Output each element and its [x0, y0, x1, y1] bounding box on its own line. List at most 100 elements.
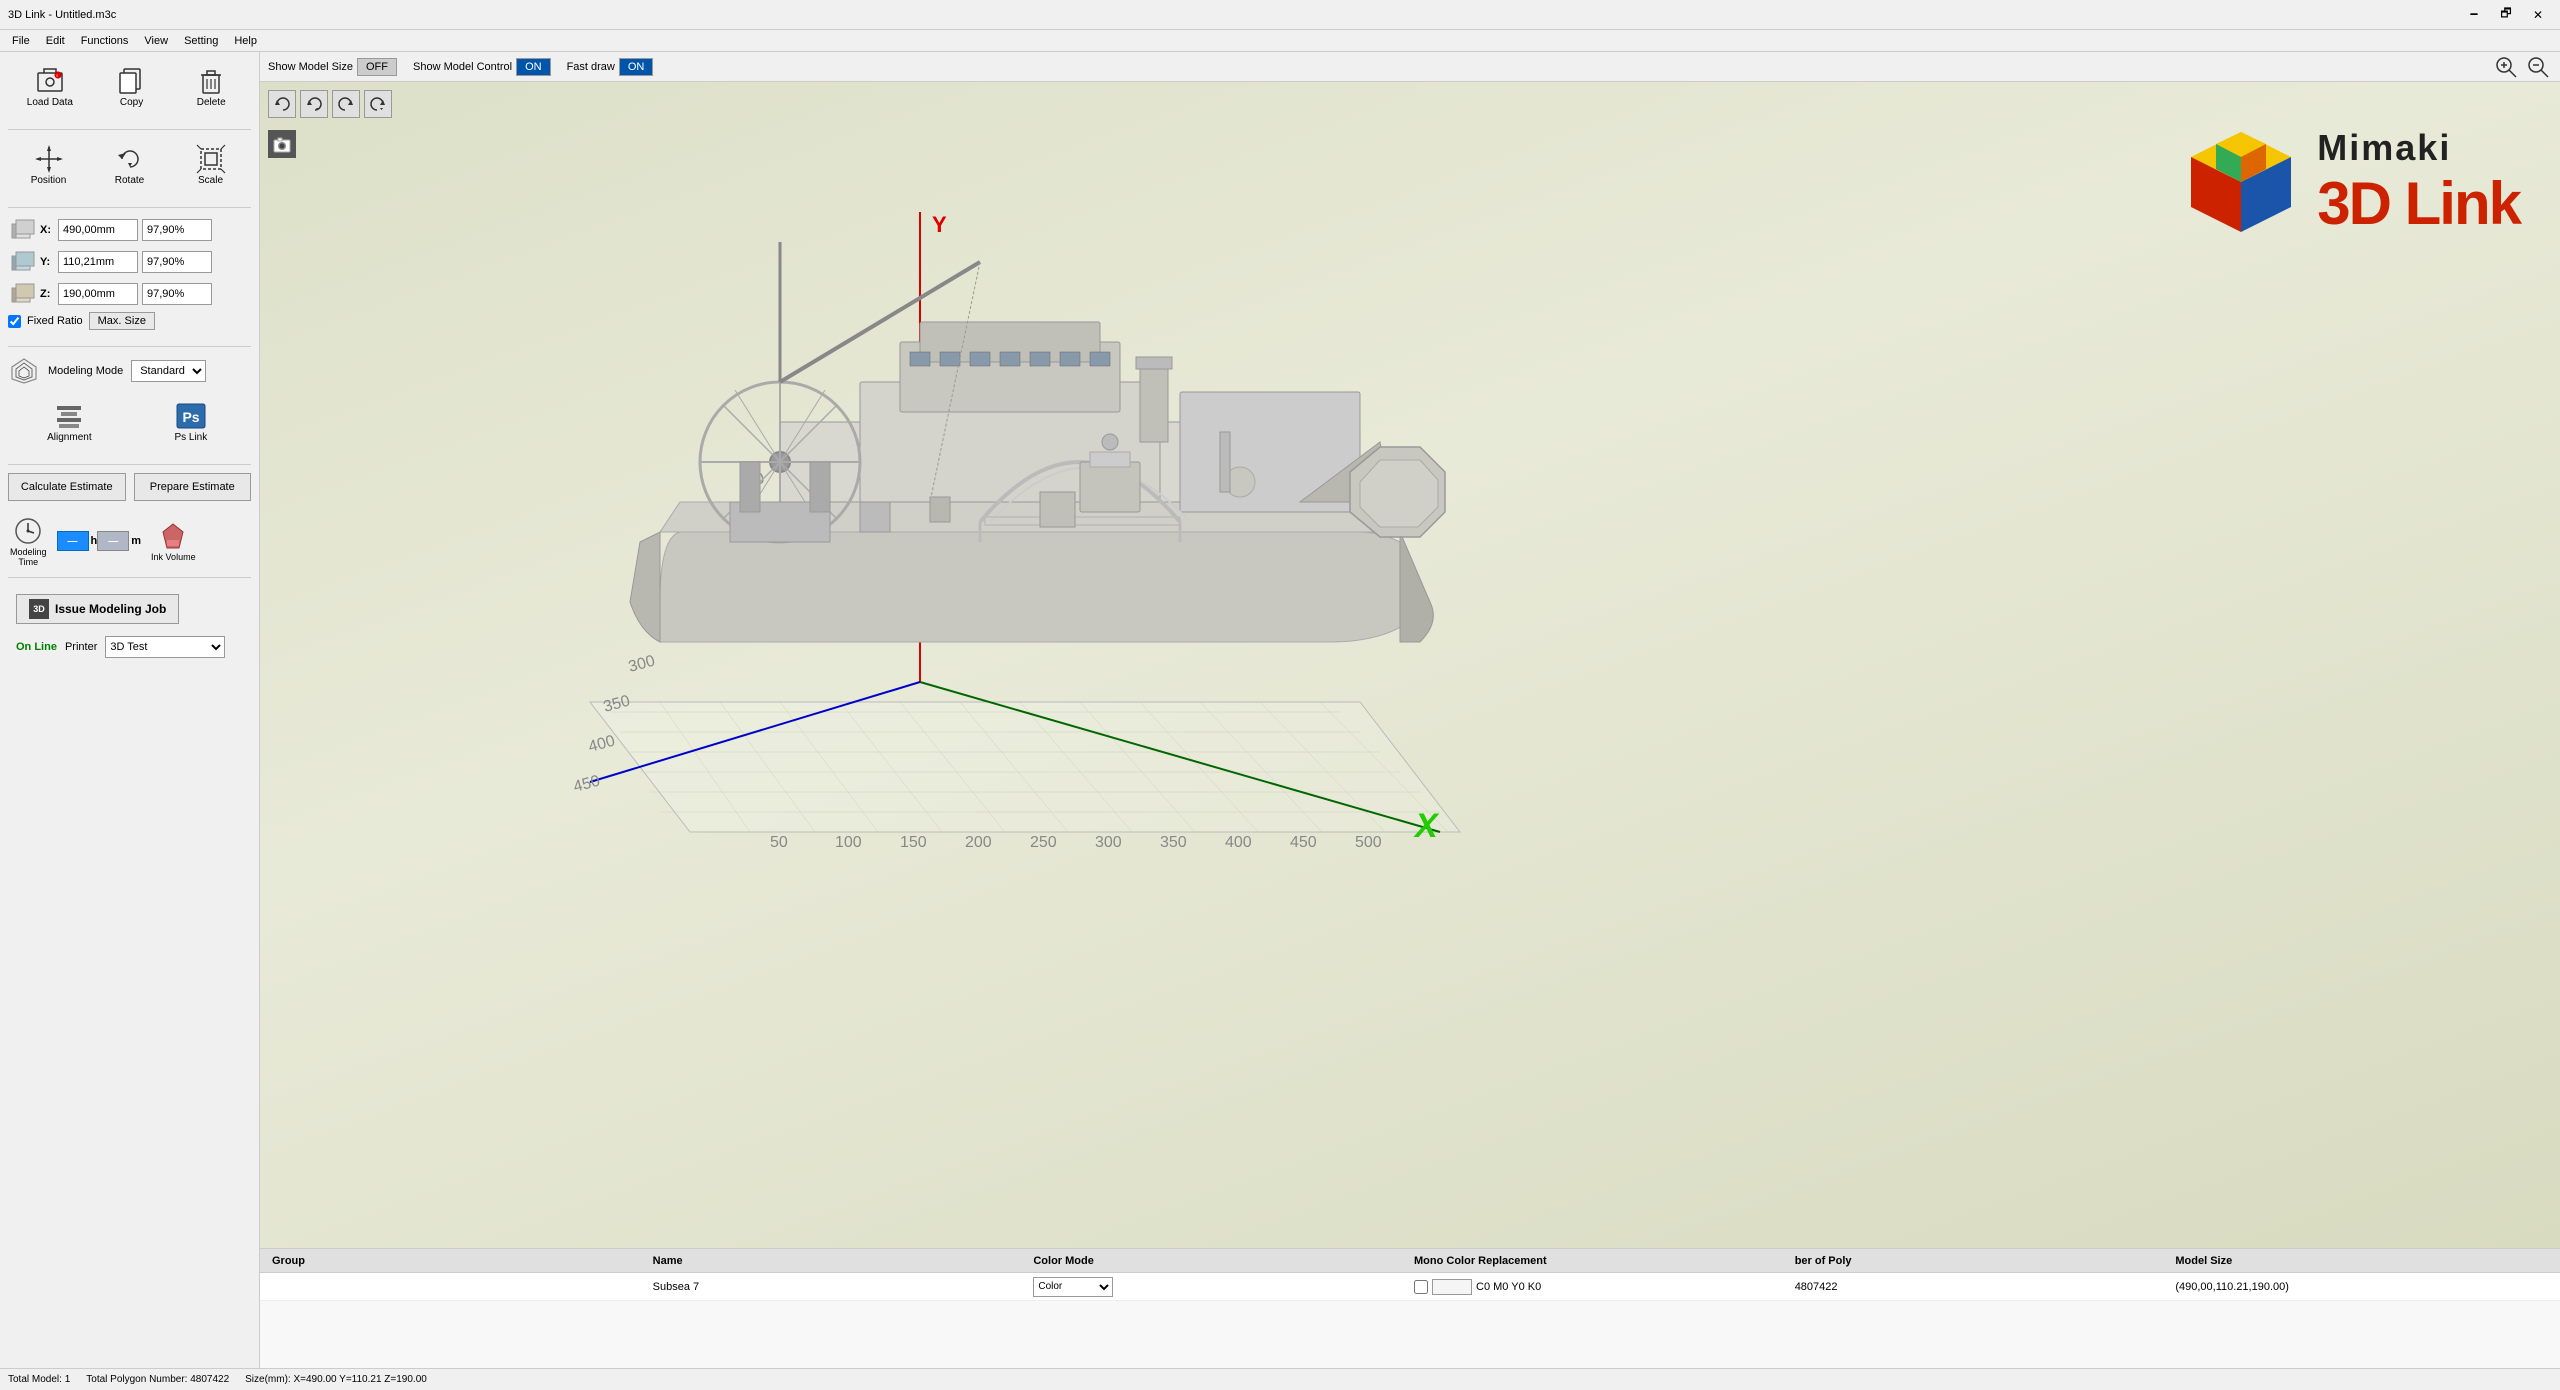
th-group: Group	[268, 1255, 649, 1267]
zoom-in-icon	[2494, 55, 2518, 79]
divider-5	[8, 577, 251, 578]
printer-label: Printer	[65, 641, 97, 653]
model-control-group: Show Model Control ON	[413, 58, 551, 76]
fixed-ratio-label: Fixed Ratio	[27, 315, 83, 327]
td-num-poly: 4807422	[1791, 1281, 2172, 1293]
issue-section: 3D Issue Modeling Job	[8, 586, 251, 632]
fast-draw-toggle[interactable]: ON	[619, 58, 654, 76]
calculate-estimate-button[interactable]: Calculate Estimate	[8, 473, 126, 501]
close-button[interactable]: ✕	[2524, 5, 2552, 25]
camera-button[interactable]	[268, 130, 296, 158]
redo-button[interactable]	[332, 90, 360, 118]
model-control-toggle[interactable]: ON	[516, 58, 551, 76]
transform-tools: Position Rotate	[8, 138, 251, 191]
menu-edit[interactable]: Edit	[38, 33, 73, 49]
ink-volume-button[interactable]: Ink Volume	[149, 518, 198, 564]
redo-dropdown-icon	[370, 96, 386, 112]
alignment-button[interactable]: Alignment	[38, 395, 100, 448]
color-mode-select[interactable]: Color Mono	[1033, 1277, 1113, 1297]
menu-setting[interactable]: Setting	[176, 33, 226, 49]
bottom-tools: ModelingTime — h — m	[8, 513, 251, 569]
mono-color-value: C0 M0 Y0 K0	[1476, 1281, 1541, 1293]
x-pct-input[interactable]	[142, 219, 212, 241]
load-data-button[interactable]: ! Load Data	[18, 60, 82, 113]
position-button[interactable]: Position	[19, 138, 79, 191]
scale-button[interactable]: Scale	[181, 138, 241, 191]
model-size-toggle[interactable]: OFF	[357, 58, 397, 76]
redo-arrow-button[interactable]	[364, 90, 392, 118]
modeling-time-button[interactable]: ModelingTime	[8, 513, 49, 569]
svg-text:450: 450	[1290, 834, 1317, 851]
modeling-time-label: ModelingTime	[10, 547, 47, 567]
th-model-size: Model Size	[2171, 1255, 2552, 1267]
axis-z-row: Z:	[8, 280, 251, 308]
axis-x-row: X:	[8, 216, 251, 244]
svg-text:150: 150	[900, 834, 927, 851]
fixed-ratio-checkbox[interactable]	[8, 315, 21, 328]
undo-button[interactable]	[268, 90, 296, 118]
copy-button[interactable]: Copy	[102, 60, 162, 113]
ps-link-button[interactable]: Ps Ps Link	[161, 395, 221, 448]
undo-icon	[274, 96, 290, 112]
svg-text:250: 250	[1030, 834, 1057, 851]
zoom-out-icon	[2526, 55, 2550, 79]
td-mono-color: C0 M0 Y0 K0	[1410, 1279, 1791, 1295]
viewport-3d[interactable]: Y 450 400 350 300 250 200 150 100	[260, 82, 2560, 1248]
delete-button[interactable]: Delete	[181, 60, 241, 113]
model-size-label: Show Model Size	[268, 61, 353, 73]
model-size-group: Show Model Size OFF	[268, 58, 397, 76]
camera-icon	[272, 134, 292, 154]
main-toolbar: ! Load Data Copy	[8, 60, 251, 113]
menu-help[interactable]: Help	[226, 33, 265, 49]
divider-2	[8, 207, 251, 208]
issue-3d-icon: 3D	[29, 599, 49, 619]
prepare-estimate-button[interactable]: Prepare Estimate	[134, 473, 252, 501]
undo-dropdown-icon	[306, 96, 322, 112]
menu-view[interactable]: View	[136, 33, 176, 49]
restore-button[interactable]: 🗗	[2492, 5, 2520, 25]
total-model-status: Total Model: 1	[8, 1374, 70, 1385]
scale-icon	[195, 143, 227, 175]
rotate-button[interactable]: Rotate	[100, 138, 160, 191]
minimize-button[interactable]: 🗕	[2460, 5, 2488, 25]
mono-color-box	[1432, 1279, 1472, 1295]
online-label: On Line	[16, 641, 57, 653]
zoom-area	[2492, 53, 2552, 81]
svg-text:400: 400	[1225, 834, 1252, 851]
svg-text:350: 350	[1160, 834, 1187, 851]
ink-volume-icon	[157, 520, 189, 552]
issue-icon-label: 3D	[33, 604, 45, 614]
z-value-input[interactable]	[58, 283, 138, 305]
zoom-out-button[interactable]	[2524, 53, 2552, 81]
delete-icon	[195, 65, 227, 97]
max-size-button[interactable]: Max. Size	[89, 312, 155, 330]
axis-y-cube	[8, 248, 36, 276]
table-row: Subsea 7 Color Mono C0 M0 Y0 K0 4807422 …	[260, 1273, 2560, 1301]
menu-functions[interactable]: Functions	[73, 33, 137, 49]
y-pct-input[interactable]	[142, 251, 212, 273]
size-status: Size(mm): X=490.00 Y=110.21 Z=190.00	[245, 1374, 427, 1385]
layer-blue-left: —	[57, 531, 89, 551]
undo-arrow-button[interactable]	[300, 90, 328, 118]
redo-icon	[338, 96, 354, 112]
mono-checkbox[interactable]	[1414, 1280, 1428, 1294]
scale-label: Scale	[198, 175, 223, 186]
printer-select[interactable]: 3D Test 3D Printer 1	[105, 636, 225, 658]
svg-text:200: 200	[965, 834, 992, 851]
svg-text:300: 300	[1095, 834, 1122, 851]
z-pct-input[interactable]	[142, 283, 212, 305]
issue-button-label: Issue Modeling Job	[55, 602, 166, 616]
layer-h-indicator: — h — m	[57, 531, 142, 551]
title-bar: 3D Link - Untitled.m3c 🗕 🗗 ✕	[0, 0, 2560, 30]
y-value-input[interactable]	[58, 251, 138, 273]
td-name: Subsea 7	[649, 1281, 1030, 1293]
svg-text:!: !	[56, 73, 57, 78]
issue-modeling-job-button[interactable]: 3D Issue Modeling Job	[16, 594, 179, 624]
status-bar: Total Model: 1 Total Polygon Number: 480…	[0, 1368, 2560, 1390]
zoom-in-button[interactable]	[2492, 53, 2520, 81]
menu-file[interactable]: File	[4, 33, 38, 49]
divider-1	[8, 129, 251, 130]
x-value-input[interactable]	[58, 219, 138, 241]
modeling-mode-select[interactable]: Standard Fine Rough	[131, 360, 206, 382]
total-polygon-status: Total Polygon Number: 4807422	[86, 1374, 229, 1385]
